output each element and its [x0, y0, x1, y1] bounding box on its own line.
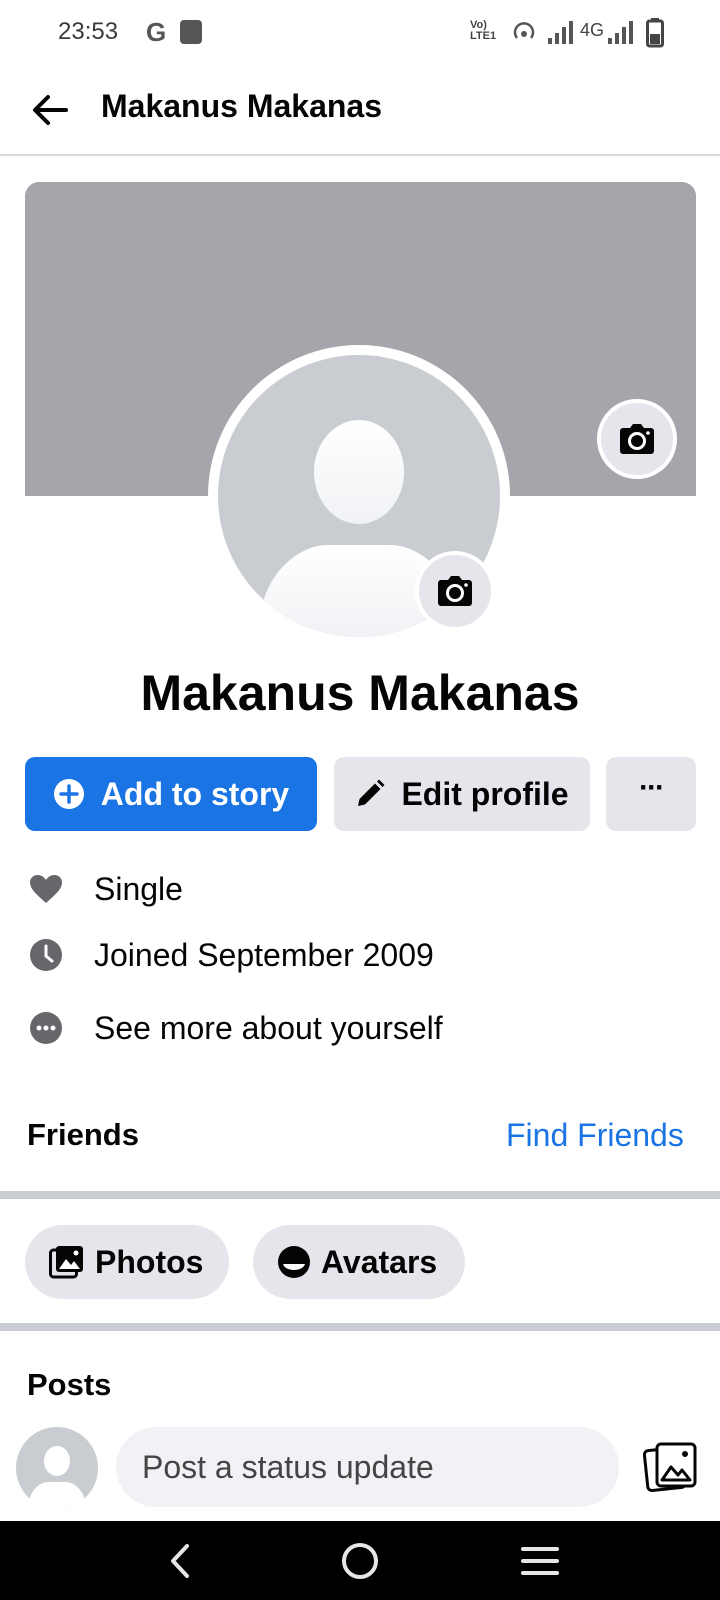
status-bar: 23:53 G Vo) LTE1 4G [0, 0, 720, 66]
edit-profile-label: Edit profile [401, 775, 569, 812]
add-to-story-label: Add to story [100, 775, 290, 812]
section-divider [0, 1191, 720, 1199]
photos-label: Photos [95, 1243, 204, 1280]
find-friends-link[interactable]: Find Friends [506, 1117, 684, 1154]
heart-icon [28, 871, 64, 907]
plus-circle-icon [53, 779, 84, 809]
battery-icon [646, 18, 664, 48]
arrow-left-icon [33, 95, 68, 125]
signal-icon [548, 21, 573, 44]
system-navigation-bar [0, 1521, 720, 1600]
avatar-face-icon [278, 1246, 310, 1278]
nav-back-button[interactable] [152, 1537, 208, 1585]
app-grid-icon [180, 20, 202, 44]
google-icon: G [146, 17, 167, 47]
edit-cover-photo-button[interactable] [597, 399, 677, 479]
add-to-story-button[interactable]: Add to story [25, 757, 317, 831]
camera-icon [620, 424, 654, 454]
top-app-bar: Makanus Makanas [0, 66, 720, 156]
status-placeholder: Post a status update [142, 1448, 434, 1485]
page-title: Makanus Makanas [101, 88, 383, 124]
volte-icon: Vo) LTE1 [470, 19, 497, 42]
relationship-row: Single [28, 864, 183, 914]
camera-icon [438, 576, 472, 606]
network-type-label: 4G [580, 20, 605, 40]
circle-home-icon [342, 1543, 378, 1579]
friends-heading: Friends [27, 1117, 139, 1152]
status-update-input[interactable]: Post a status update [116, 1427, 619, 1507]
photo-add-icon [642, 1442, 697, 1492]
menu-icon [521, 1547, 559, 1575]
avatars-label: Avatars [321, 1243, 438, 1280]
pencil-icon [358, 779, 385, 806]
default-avatar-icon [28, 1446, 86, 1509]
hotspot-icon [513, 22, 535, 39]
add-photo-button[interactable] [642, 1440, 699, 1496]
more-dots-icon: ··· [639, 771, 665, 804]
relationship-text: Single [94, 870, 183, 907]
avatars-chip[interactable]: Avatars [253, 1225, 465, 1299]
edit-profile-button[interactable]: Edit profile [334, 757, 590, 831]
signal-icon-2 [608, 21, 633, 44]
more-options-button[interactable]: ··· [606, 757, 696, 831]
joined-text: Joined September 2009 [94, 936, 434, 973]
profile-name: Makanus Makanas [140, 665, 580, 721]
clock-icon [28, 937, 64, 973]
joined-row: Joined September 2009 [28, 930, 434, 980]
status-time: 23:53 [58, 18, 119, 45]
composer-avatar[interactable] [16, 1427, 98, 1509]
see-more-text: See more about yourself [94, 1009, 443, 1046]
more-horizontal-circle-icon [28, 1010, 64, 1046]
section-divider [0, 1323, 720, 1331]
nav-home-button[interactable] [332, 1537, 388, 1585]
see-more-about-row[interactable]: See more about yourself [28, 1003, 443, 1053]
back-button[interactable] [26, 86, 74, 134]
edit-profile-picture-button[interactable] [415, 551, 495, 631]
chevron-left-icon [171, 1544, 189, 1578]
posts-heading: Posts [27, 1367, 112, 1402]
photos-chip[interactable]: Photos [25, 1225, 229, 1299]
nav-recents-button[interactable] [512, 1537, 568, 1585]
photos-icon [49, 1246, 83, 1279]
